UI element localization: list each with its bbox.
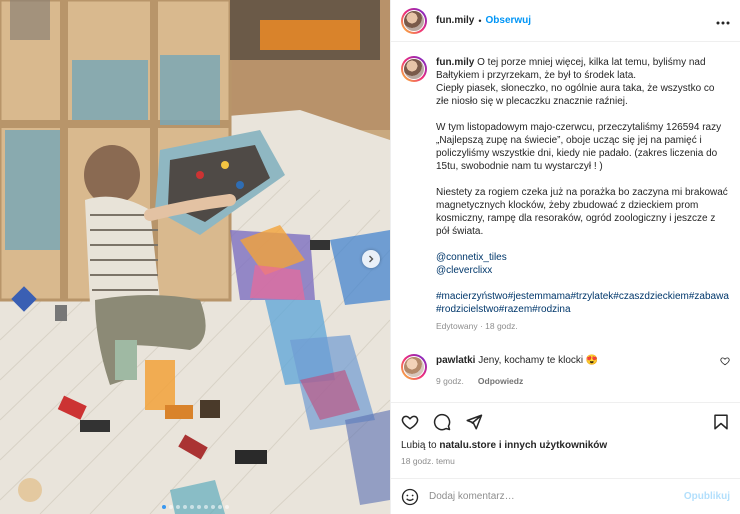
caption-avatar[interactable] bbox=[401, 56, 427, 82]
header-separator: • bbox=[478, 15, 482, 26]
avatar-image bbox=[403, 356, 425, 378]
comment-text: Jeny, kochamy te klocki 😍 bbox=[478, 355, 599, 366]
comment-time: 9 godz. bbox=[436, 376, 464, 386]
carousel-indicator bbox=[0, 505, 390, 509]
emoji-smile-icon bbox=[401, 488, 419, 505]
caption-hashtags[interactable]: #macierzyństwo#jestemmama#trzylatek#czas… bbox=[436, 291, 729, 315]
photo-illustration bbox=[0, 0, 390, 514]
bookmark-icon bbox=[714, 414, 728, 429]
likes-summary: Lubią to natalu.store i innych użytkowni… bbox=[391, 440, 740, 456]
send-paper-plane-icon bbox=[466, 414, 483, 429]
comment-item: pawlatki Jeny, kochamy te klocki 😍 9 god… bbox=[401, 354, 730, 388]
chevron-right-icon bbox=[369, 255, 374, 263]
comment-meta: 9 godz. Odpowiedz bbox=[436, 375, 716, 388]
post-photo[interactable] bbox=[0, 0, 390, 514]
caption-edited-meta: Edytowany · 18 godz. bbox=[436, 321, 518, 331]
heart-outline-icon bbox=[401, 415, 419, 430]
carousel-dot bbox=[175, 505, 180, 509]
caption-paragraph-2: W tym listopadowym majo-czerwcu, przeczy… bbox=[436, 122, 722, 172]
caption-username[interactable]: fun.mily bbox=[436, 57, 474, 68]
carousel-dot bbox=[182, 505, 187, 509]
carousel-dot bbox=[189, 505, 194, 509]
reply-button[interactable]: Odpowiedz bbox=[478, 375, 523, 388]
author-avatar[interactable] bbox=[401, 7, 427, 34]
more-options-icon[interactable] bbox=[716, 13, 730, 28]
next-slide-button[interactable] bbox=[362, 250, 380, 268]
caption-paragraph-1b: Ciepły piasek, słoneczko, no ogólnie aur… bbox=[436, 83, 715, 107]
avatar-image bbox=[403, 9, 425, 32]
share-button[interactable] bbox=[465, 413, 483, 431]
post-header: fun.mily • Obserwuj bbox=[391, 0, 740, 42]
carousel-dot bbox=[196, 505, 201, 509]
instagram-post-dialog: fun.mily • Obserwuj fun.mily O tej porze… bbox=[0, 0, 740, 514]
add-comment-bar: Opublikuj bbox=[391, 478, 740, 514]
more-horizontal-icon bbox=[716, 21, 730, 25]
carousel-dot bbox=[224, 505, 229, 509]
post-side-panel: fun.mily • Obserwuj fun.mily O tej porze… bbox=[390, 0, 740, 514]
mention-connetix[interactable]: @connetix_tiles bbox=[436, 252, 507, 263]
action-bar bbox=[391, 402, 740, 440]
caption-paragraph-1: O tej porze mniej więcej, kilka lat temu… bbox=[436, 57, 706, 81]
caption-text: fun.mily O tej porze mniej więcej, kilka… bbox=[436, 56, 730, 333]
emoji-button[interactable] bbox=[401, 488, 419, 506]
comment-input[interactable] bbox=[429, 491, 674, 502]
likes-others[interactable]: i innych użytkowników bbox=[499, 440, 607, 451]
commenter-avatar[interactable] bbox=[401, 354, 427, 380]
carousel-dot bbox=[210, 505, 215, 509]
carousel-dot bbox=[161, 505, 166, 509]
like-comment-button[interactable] bbox=[720, 356, 730, 369]
heart-outline-icon bbox=[720, 357, 730, 366]
comment-body: pawlatki Jeny, kochamy te klocki 😍 9 god… bbox=[436, 354, 716, 388]
likes-first-user[interactable]: natalu.store bbox=[439, 440, 496, 451]
comments-section: fun.mily O tej porze mniej więcej, kilka… bbox=[391, 42, 740, 402]
comment-bubble-icon bbox=[433, 413, 451, 430]
save-button[interactable] bbox=[712, 413, 730, 431]
carousel-dot bbox=[217, 505, 222, 509]
commenter-username[interactable]: pawlatki bbox=[436, 355, 475, 366]
like-button[interactable] bbox=[401, 413, 419, 431]
carousel-dot bbox=[168, 505, 173, 509]
carousel-dot bbox=[203, 505, 208, 509]
post-timestamp: 18 godz. temu bbox=[401, 456, 455, 466]
follow-button[interactable]: Obserwuj bbox=[486, 15, 532, 26]
author-username[interactable]: fun.mily bbox=[436, 15, 474, 26]
post-caption: fun.mily O tej porze mniej więcej, kilka… bbox=[401, 56, 730, 333]
mention-cleverclixx[interactable]: @cleverclixx bbox=[436, 265, 492, 276]
publish-button[interactable]: Opublikuj bbox=[684, 491, 730, 502]
avatar-image bbox=[403, 58, 425, 80]
caption-paragraph-3: Niestety za rogiem czeka już na porażka … bbox=[436, 187, 728, 237]
likes-prefix: Lubią to bbox=[401, 440, 437, 451]
comment-button[interactable] bbox=[433, 413, 451, 431]
